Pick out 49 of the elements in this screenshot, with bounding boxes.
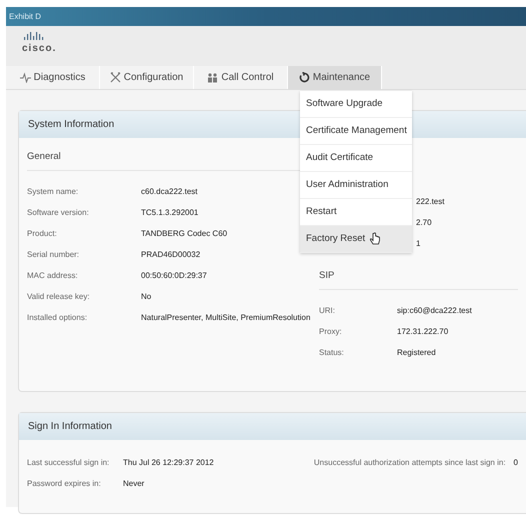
field-value: TANDBERG Codec C60	[141, 228, 228, 240]
field-value: Registered	[397, 346, 436, 359]
field-value: sip:c60@dca222.test	[397, 304, 472, 317]
field-label: System name:	[27, 186, 80, 198]
field-label: Serial number:	[27, 248, 80, 261]
nav-tab[interactable]: Maintenance	[288, 66, 382, 89]
nav-tab[interactable]: Call Control	[194, 66, 288, 89]
field-label: Installed options:	[27, 312, 88, 324]
field-value: TC5.1.3.292001	[141, 206, 198, 219]
refresh-icon	[298, 72, 310, 83]
bars-logo-icon	[24, 32, 46, 41]
field-value: 172.31.222.70	[397, 326, 448, 338]
field-value: PRAD46D00032	[141, 248, 200, 261]
panel-title: Sign In Information	[19, 413, 526, 440]
field-label: Proxy:	[319, 326, 343, 338]
field-value: c60.dca222.test	[141, 186, 198, 198]
nav-tab[interactable]: Diagnostics	[6, 66, 100, 89]
field-label: Last successful sign in:	[27, 456, 110, 468]
menu-item[interactable]: Certificate Management	[300, 118, 412, 145]
field-label: Product:	[27, 228, 58, 240]
field-label: URI:	[319, 304, 336, 317]
field-value: Never	[123, 478, 144, 490]
menu-item[interactable]: User Administration	[300, 172, 412, 199]
menu-item[interactable]: Restart	[300, 199, 412, 226]
menu-item[interactable]: Audit Certificate	[300, 145, 412, 172]
field-value: Thu Jul 26 12:29:37 2012	[123, 456, 214, 468]
field-value: 0	[514, 456, 518, 468]
cisco-wordmark: cisco.	[22, 42, 58, 56]
field-value: NaturalPresenter, MultiSite, PremiumResolution	[141, 312, 310, 324]
field-label: Valid release key:	[27, 290, 91, 303]
field-value: 1	[416, 238, 420, 250]
field-label: Unsuccessful authorization attempts since last sign in:	[314, 456, 506, 468]
field-label: Software version:	[27, 206, 90, 219]
field-label: Status:	[319, 346, 345, 359]
people-icon	[207, 72, 218, 83]
field-label: Password expires in:	[27, 478, 102, 490]
field-value: 222.test	[416, 196, 444, 208]
pulse-icon	[20, 72, 31, 83]
tools-icon	[110, 72, 121, 83]
menu-item[interactable]: Software Upgrade	[300, 91, 412, 118]
nav-tab[interactable]: Configuration	[100, 66, 194, 89]
field-label: MAC address:	[27, 270, 79, 282]
section-heading: SIP	[319, 269, 518, 290]
field-value: No	[141, 290, 152, 303]
hand-cursor-icon	[370, 232, 380, 245]
menu-item[interactable]: Factory Reset	[300, 226, 412, 253]
field-value: 00:50:60:0D:29:37	[141, 270, 207, 282]
field-value: 2.70	[416, 216, 432, 228]
window-title: Exhibit D	[6, 7, 526, 26]
